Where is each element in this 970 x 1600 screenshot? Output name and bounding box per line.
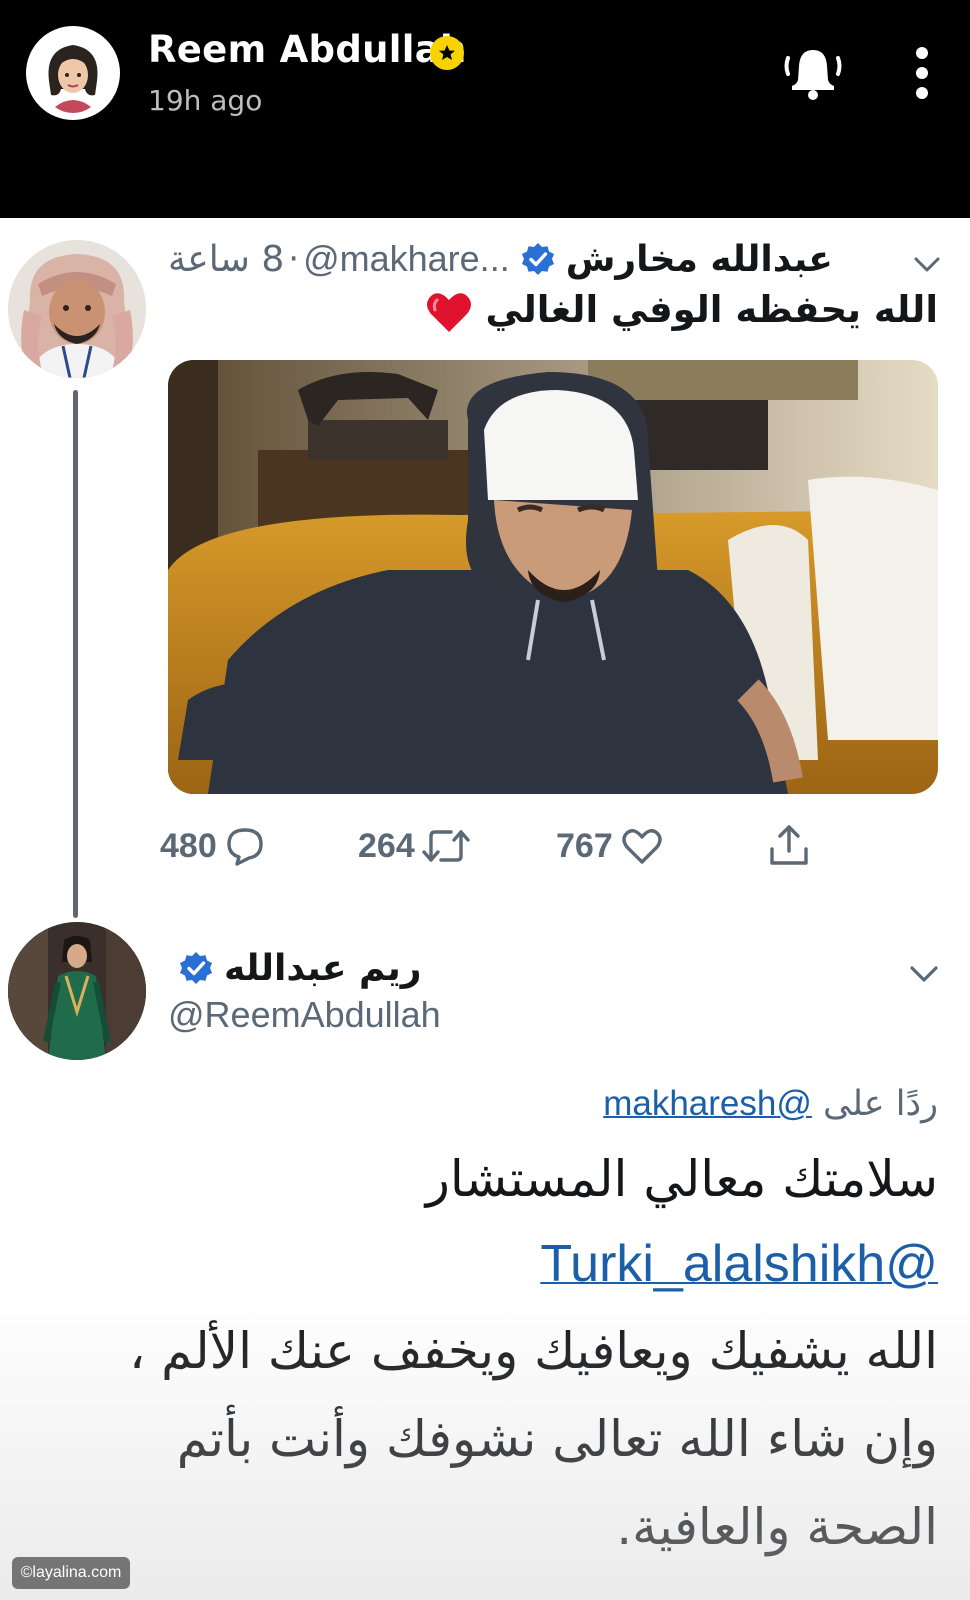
share-action[interactable] <box>760 818 812 874</box>
tweet-text: الله يحفظه الوفي الغالي <box>168 282 938 338</box>
verified-badge-icon <box>180 952 212 984</box>
reply-mention-line: @Turki_alalshikh <box>40 1234 938 1294</box>
replying-to-mention[interactable]: @makharesh <box>603 1084 812 1123</box>
share-icon <box>770 825 808 865</box>
red-heart-icon <box>426 292 471 332</box>
author-photo <box>8 240 146 378</box>
like-action[interactable]: 767 <box>556 818 665 874</box>
tweet-author-name[interactable]: عبدالله مخارش <box>566 239 833 280</box>
like-count: 767 <box>556 826 613 865</box>
reply-author-photo <box>8 922 146 1060</box>
reply-author-avatar[interactable] <box>8 922 146 1060</box>
reply-author-name[interactable]: ريم عبدالله <box>224 948 421 989</box>
reply-text-line-1: سلامتك معالي المستشار <box>425 1150 938 1208</box>
separator-dot: · <box>288 239 300 279</box>
photo-man-on-sofa <box>168 360 938 794</box>
reply-author-row: ريم عبدالله <box>168 940 421 996</box>
reply-action[interactable]: 480 <box>160 818 267 874</box>
tweet-actions: 480 264 767 <box>160 818 840 874</box>
tweet-author-handle[interactable]: @makhare... <box>303 238 510 280</box>
tweet-photo[interactable] <box>168 360 938 794</box>
chevron-down-icon[interactable] <box>912 252 942 276</box>
more-vertical-icon[interactable] <box>910 46 934 100</box>
turki-mention-link[interactable]: @Turki_alalshikh <box>540 1235 938 1293</box>
reply-text-line-3: الله يشفيك ويعافيك ويخفف عنك الألم ، <box>129 1322 938 1380</box>
reply-bubble-icon <box>227 828 263 866</box>
reply-count: 480 <box>160 826 217 865</box>
tweet-author-avatar[interactable] <box>8 240 146 378</box>
bitmoji-icon <box>33 33 113 113</box>
heart-outline-icon <box>622 829 662 864</box>
replying-to-prefix: ردًا على <box>823 1084 938 1124</box>
chevron-down-icon[interactable] <box>908 960 940 986</box>
verified-badge-icon <box>521 243 554 275</box>
bell-icon[interactable] <box>782 44 844 102</box>
story-timestamp: 19h ago <box>148 84 263 117</box>
tweet-timestamp: 8 ساعة <box>168 238 285 280</box>
reply-author-handle[interactable]: @ReemAbdullah <box>168 994 441 1036</box>
retweet-count: 264 <box>358 826 415 865</box>
retweet-action[interactable]: 264 <box>358 818 471 874</box>
replying-to-line: ردًا على @makharesh <box>420 1084 938 1124</box>
reply-text-line-4: وإن شاء الله تعالى نشوفك وأنت بأتم <box>176 1410 938 1468</box>
site-watermark: ©layalina.com <box>12 1557 130 1589</box>
tweet-header: عبدالله مخارش @makhare... · 8 ساعة <box>168 232 884 286</box>
tweet-text-content: الله يحفظه الوفي الغالي <box>485 288 938 331</box>
star-badge-icon <box>430 36 464 70</box>
bitmoji-avatar[interactable] <box>26 26 120 120</box>
retweet-icon <box>422 830 470 862</box>
story-header: Reem Abdullah 19h ago <box>0 0 970 218</box>
story-username[interactable]: Reem Abdullah <box>148 28 467 71</box>
reply-text-line-5: الصحة والعافية. <box>616 1498 938 1556</box>
thread-connector-line <box>73 390 78 918</box>
